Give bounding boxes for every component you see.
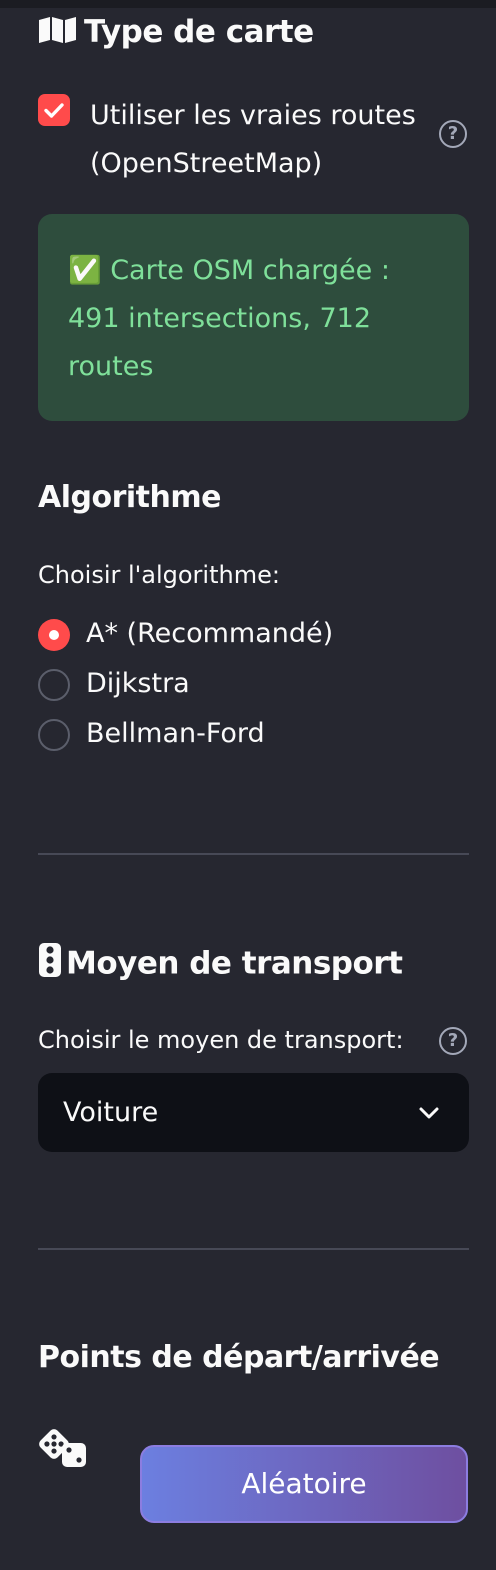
algorithm-prompt: Choisir l'algorithme: bbox=[38, 561, 280, 589]
radio-dijkstra[interactable]: Dijkstra bbox=[38, 668, 458, 704]
top-edge bbox=[0, 0, 496, 8]
transport-title: Moyen de transport bbox=[66, 945, 403, 982]
radio-bellman-ford[interactable]: Bellman-Ford bbox=[38, 718, 458, 754]
radio-label[interactable]: A* (Recommandé) bbox=[86, 614, 333, 654]
map-icon bbox=[38, 14, 78, 54]
question-circle-icon[interactable]: ? bbox=[439, 1027, 467, 1055]
radio-dot[interactable] bbox=[38, 669, 70, 701]
radio-label[interactable]: Dijkstra bbox=[86, 664, 190, 704]
osm-status-text: ✅ Carte OSM chargée : 491 intersections,… bbox=[68, 255, 390, 382]
osm-checkbox-label[interactable]: Utiliser les vraies routes (OpenStreetMa… bbox=[90, 92, 420, 188]
algorithm-title: Algorithme bbox=[38, 480, 221, 515]
radio-astar[interactable]: A* (Recommandé) bbox=[38, 618, 458, 654]
divider bbox=[38, 1248, 469, 1250]
transport-heading: Moyen de transport bbox=[38, 942, 403, 988]
map-type-heading: Type de carte bbox=[38, 12, 314, 54]
radio-label[interactable]: Bellman-Ford bbox=[86, 714, 265, 754]
map-type-title: Type de carte bbox=[84, 14, 314, 50]
radio-dot[interactable] bbox=[38, 719, 70, 751]
points-title: Points de départ/arrivée bbox=[38, 1340, 440, 1375]
transport-select[interactable]: Voiture bbox=[38, 1073, 469, 1152]
check-icon bbox=[44, 103, 64, 118]
random-button[interactable]: Aléatoire bbox=[140, 1445, 468, 1523]
osm-status-alert: ✅ Carte OSM chargée : 491 intersections,… bbox=[38, 214, 469, 421]
dice-icon bbox=[38, 1428, 88, 1474]
question-circle-icon[interactable]: ? bbox=[439, 120, 467, 148]
divider bbox=[38, 853, 469, 855]
radio-dot-selected[interactable] bbox=[38, 619, 70, 651]
transport-prompt: Choisir le moyen de transport: bbox=[38, 1026, 404, 1054]
chevron-down-icon[interactable] bbox=[417, 1101, 441, 1129]
traffic-light-icon bbox=[38, 942, 62, 988]
transport-select-value: Voiture bbox=[63, 1097, 159, 1128]
osm-checkbox[interactable] bbox=[38, 94, 70, 126]
